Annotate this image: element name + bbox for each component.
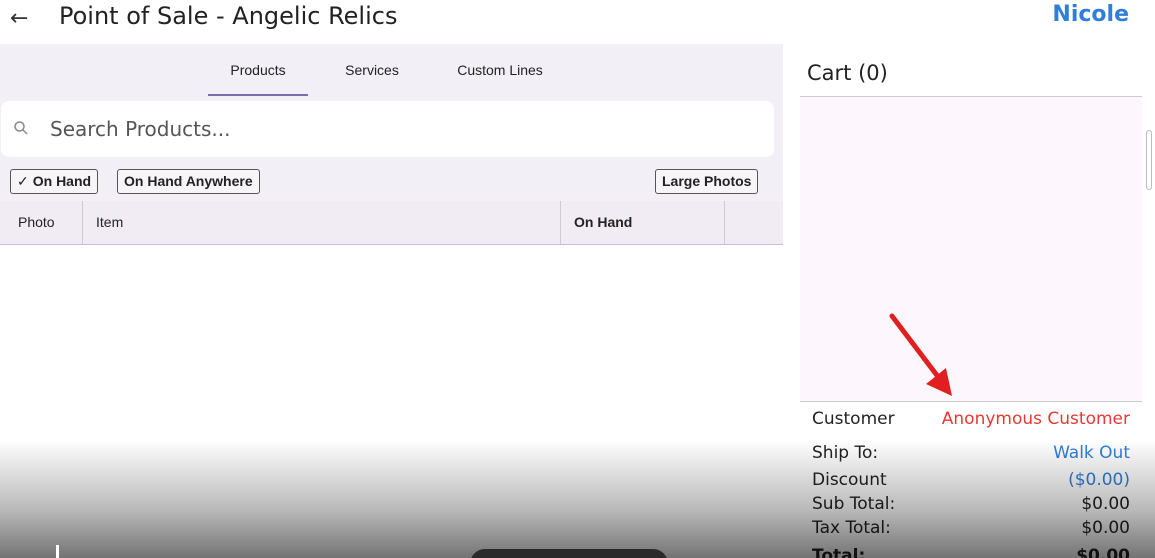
- ship-to-label: Ship To:: [812, 443, 879, 463]
- customer-select-link[interactable]: Anonymous Customer: [942, 409, 1130, 429]
- tax-total-value: $0.00: [1081, 518, 1130, 538]
- column-item[interactable]: Item: [96, 201, 123, 244]
- total-value: $0.00: [1076, 546, 1130, 558]
- column-divider: [724, 201, 725, 244]
- tab-products[interactable]: Products: [208, 62, 308, 96]
- large-photos-toggle[interactable]: Large Photos: [655, 169, 759, 194]
- on-hand-filter-chip[interactable]: ✓ On Hand: [10, 169, 99, 194]
- products-panel: Products Services Custom Lines ✓ On Hand …: [0, 44, 783, 558]
- discount-label: Discount: [812, 470, 887, 490]
- check-icon: ✓: [17, 173, 29, 189]
- subtotal-value: $0.00: [1081, 494, 1130, 514]
- tab-custom-lines[interactable]: Custom Lines: [445, 62, 555, 96]
- scrollbar-handle[interactable]: [1146, 130, 1152, 190]
- user-name-link[interactable]: Nicole: [1052, 2, 1129, 27]
- total-label: Total:: [812, 546, 866, 558]
- cart-items-list: [800, 97, 1142, 401]
- nav-pill: [470, 549, 668, 558]
- column-divider: [560, 201, 561, 244]
- column-on-hand[interactable]: On Hand: [574, 201, 632, 244]
- ship-to-link[interactable]: Walk Out: [1053, 443, 1130, 463]
- search-bar: [1, 101, 774, 157]
- tab-services[interactable]: Services: [330, 62, 414, 96]
- tab-bar: Products Services Custom Lines: [0, 44, 783, 97]
- tax-total-label: Tax Total:: [812, 518, 891, 538]
- back-arrow-icon[interactable]: ←: [10, 6, 28, 31]
- annotation-arrow-icon: [889, 313, 952, 396]
- nav-bar-handle: [56, 545, 59, 558]
- search-input[interactable]: [50, 115, 750, 143]
- column-divider: [82, 201, 83, 244]
- search-icon: [14, 121, 28, 135]
- divider: [800, 401, 1142, 402]
- column-photo[interactable]: Photo: [18, 201, 55, 244]
- customer-label: Customer: [812, 409, 895, 429]
- products-table-body: [0, 245, 783, 558]
- discount-link[interactable]: ($0.00): [1068, 470, 1130, 490]
- on-hand-label: On Hand: [32, 173, 92, 189]
- on-hand-anywhere-filter-chip[interactable]: On Hand Anywhere: [117, 169, 260, 194]
- subtotal-label: Sub Total:: [812, 494, 896, 514]
- page-title: Point of Sale - Angelic Relics: [59, 2, 398, 30]
- cart-title: Cart (0): [807, 61, 888, 85]
- cart-panel: Cart (0) Customer Anonymous Customer Shi…: [793, 49, 1149, 558]
- app-header: ← Point of Sale - Angelic Relics Nicole: [0, 0, 1155, 44]
- products-table-header: Photo Item On Hand: [0, 201, 783, 245]
